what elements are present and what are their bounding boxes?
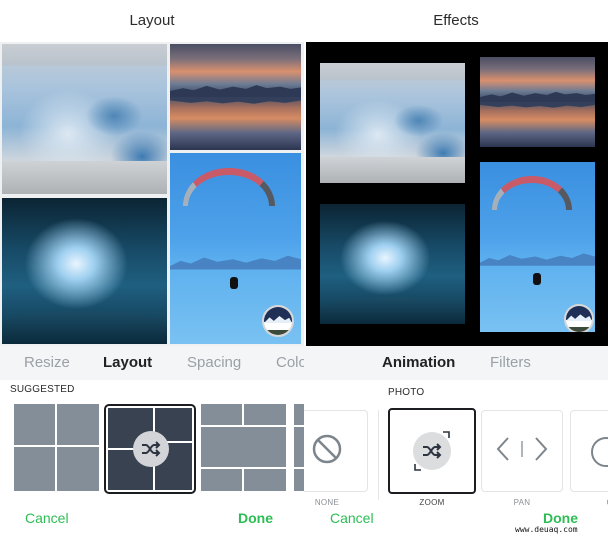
prohibited-icon [311,433,343,470]
cancel-button[interactable]: Cancel [25,510,69,526]
logo-badge-icon [262,305,294,337]
collage-canvas[interactable] [0,42,304,346]
animation-label-pan: PAN [513,498,531,507]
animation-option-none[interactable] [304,410,368,492]
shuffle-zoom-icon [413,431,451,471]
tab-animation[interactable]: Animation [382,346,455,380]
done-button[interactable]: Done [238,510,273,526]
divider [378,410,379,500]
photo-ice-cave[interactable] [2,198,167,344]
layout-option-rows[interactable] [201,404,287,492]
panel-title: Layout [129,12,175,29]
tab-spacing[interactable]: Spacing [187,346,241,380]
animation-label-none: NONE [314,498,340,507]
photo-paraglider[interactable] [480,162,595,332]
photo-glacier[interactable] [2,44,167,194]
animation-label-zoom: ZOOM [419,498,445,507]
shuffle-icon[interactable] [133,431,169,467]
layout-option-selected[interactable] [104,404,196,494]
tab-bar: Resize Layout Spacing Colo [0,346,304,380]
tab-color[interactable]: Colo [276,346,304,380]
tab-resize[interactable]: Resize [24,346,70,380]
animation-option-zoom[interactable] [388,408,476,494]
photo-sunset[interactable] [170,44,301,150]
cancel-button[interactable]: Cancel [330,510,374,526]
animation-label-partial: GI [570,498,608,507]
photo-glacier[interactable] [320,63,465,183]
circle-icon [589,435,608,474]
collage-canvas-preview[interactable] [306,42,608,346]
tab-filters[interactable]: Filters [490,346,531,380]
effects-panel: Effects Animation Filters PHOTO NONE ZOO… [304,0,608,540]
layout-panel: Layout Resize Layout Spacing Colo SUGGES… [0,0,304,540]
layout-option-partial[interactable] [294,404,304,492]
tab-bar: Animation Filters [304,346,608,380]
done-button[interactable]: Done [543,510,578,526]
section-label: PHOTO [388,387,425,398]
animation-option-partial[interactable] [570,410,608,492]
watermark-text: www.deuaq.com [515,525,578,534]
photo-ice-cave[interactable] [320,204,465,324]
photo-paraglider[interactable] [170,153,301,344]
tab-layout[interactable]: Layout [103,346,152,380]
layout-option-grid[interactable] [14,404,100,492]
pan-arrows-icon [496,434,548,469]
logo-badge-icon [564,304,594,332]
animation-option-pan[interactable] [481,410,563,492]
panel-title: Effects [433,12,479,29]
photo-sunset[interactable] [480,57,595,147]
section-label: SUGGESTED [10,384,75,395]
